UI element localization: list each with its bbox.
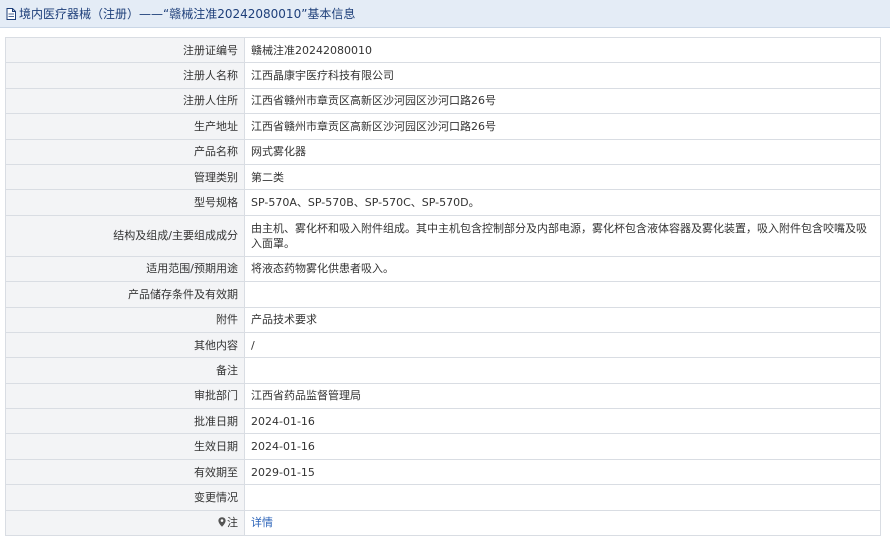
table-row: 型号规格 SP-570A、SP-570B、SP-570C、SP-570D。 [5, 189, 881, 216]
table-row: 其他内容 / [5, 331, 881, 359]
page-title: 境内医疗器械（注册）——“赣械注准20242080010”基本信息 [19, 7, 356, 21]
table-row: 注册证编号 赣械注准20242080010 [5, 36, 881, 64]
note-label-cell: 注 [5, 509, 245, 537]
details-link[interactable]: 详情 [251, 516, 273, 529]
row-value: 赣械注准20242080010 [244, 36, 881, 64]
table-row: 备注 [5, 357, 881, 384]
row-value: 将液态药物雾化供患者吸入。 [244, 255, 881, 283]
table-row: 审批部门 江西省药品监督管理局 [5, 382, 881, 410]
row-label: 变更情况 [5, 484, 245, 511]
row-label: 注册证编号 [5, 36, 245, 64]
row-label: 批准日期 [5, 408, 245, 435]
row-label: 管理类别 [5, 163, 245, 191]
row-label: 有效期至 [5, 458, 245, 486]
document-icon [6, 7, 16, 20]
table-row: 产品名称 网式雾化器 [5, 138, 881, 165]
row-value: 江西省赣州市章贡区高新区沙河园区沙河口路26号 [244, 113, 881, 140]
note-value-cell: 详情 [244, 509, 881, 537]
row-value: 网式雾化器 [244, 138, 881, 165]
table-row: 管理类别 第二类 [5, 163, 881, 191]
row-value: / [244, 331, 881, 359]
row-label: 注册人名称 [5, 62, 245, 89]
table-row: 适用范围/预期用途 将液态药物雾化供患者吸入。 [5, 255, 881, 283]
row-value: 江西省药品监督管理局 [244, 382, 881, 410]
table-row: 结构及组成/主要组成成分 由主机、雾化杯和吸入附件组成。其中主机包含控制部分及内… [5, 214, 881, 257]
page-header: 境内医疗器械（注册）——“赣械注准20242080010”基本信息 [0, 0, 890, 28]
row-value: 第二类 [244, 163, 881, 191]
row-label: 审批部门 [5, 382, 245, 410]
row-value: 江西晶康宇医疗科技有限公司 [244, 62, 881, 89]
table-row: 附件 产品技术要求 [5, 306, 881, 333]
table-row: 变更情况 [5, 484, 881, 511]
pin-icon [218, 517, 226, 528]
row-value: 江西省赣州市章贡区高新区沙河园区沙河口路26号 [244, 87, 881, 115]
row-label: 生效日期 [5, 433, 245, 460]
table-row: 注册人住所 江西省赣州市章贡区高新区沙河园区沙河口路26号 [5, 87, 881, 115]
row-value: 由主机、雾化杯和吸入附件组成。其中主机包含控制部分及内部电源，雾化杯包含液体容器… [244, 214, 881, 257]
row-value: 产品技术要求 [244, 306, 881, 333]
row-label: 适用范围/预期用途 [5, 255, 245, 283]
row-value [244, 281, 881, 308]
row-label: 结构及组成/主要组成成分 [5, 214, 245, 257]
row-value [244, 484, 881, 511]
row-value [244, 357, 881, 384]
row-label: 型号规格 [5, 189, 245, 216]
row-value: 2024-01-16 [244, 408, 881, 435]
table-row: 注册人名称 江西晶康宇医疗科技有限公司 [5, 62, 881, 89]
row-label: 备注 [5, 357, 245, 384]
row-label: 产品名称 [5, 138, 245, 165]
note-label: 注 [227, 516, 238, 530]
row-label: 注册人住所 [5, 87, 245, 115]
table-row: 批准日期 2024-01-16 [5, 408, 881, 435]
table-row: 生效日期 2024-01-16 [5, 433, 881, 460]
row-label: 附件 [5, 306, 245, 333]
row-value: SP-570A、SP-570B、SP-570C、SP-570D。 [244, 189, 881, 216]
row-label: 产品储存条件及有效期 [5, 281, 245, 308]
table-row-note: 注 详情 [5, 509, 881, 537]
row-label: 生产地址 [5, 113, 245, 140]
row-value: 2029-01-15 [244, 458, 881, 486]
table-row: 生产地址 江西省赣州市章贡区高新区沙河园区沙河口路26号 [5, 113, 881, 140]
info-table-container: 注册证编号 赣械注准20242080010 注册人名称 江西晶康宇医疗科技有限公… [5, 36, 881, 537]
info-table: 注册证编号 赣械注准20242080010 注册人名称 江西晶康宇医疗科技有限公… [5, 36, 881, 537]
table-row: 产品储存条件及有效期 [5, 281, 881, 308]
table-row: 有效期至 2029-01-15 [5, 458, 881, 486]
row-label: 其他内容 [5, 331, 245, 359]
row-value: 2024-01-16 [244, 433, 881, 460]
